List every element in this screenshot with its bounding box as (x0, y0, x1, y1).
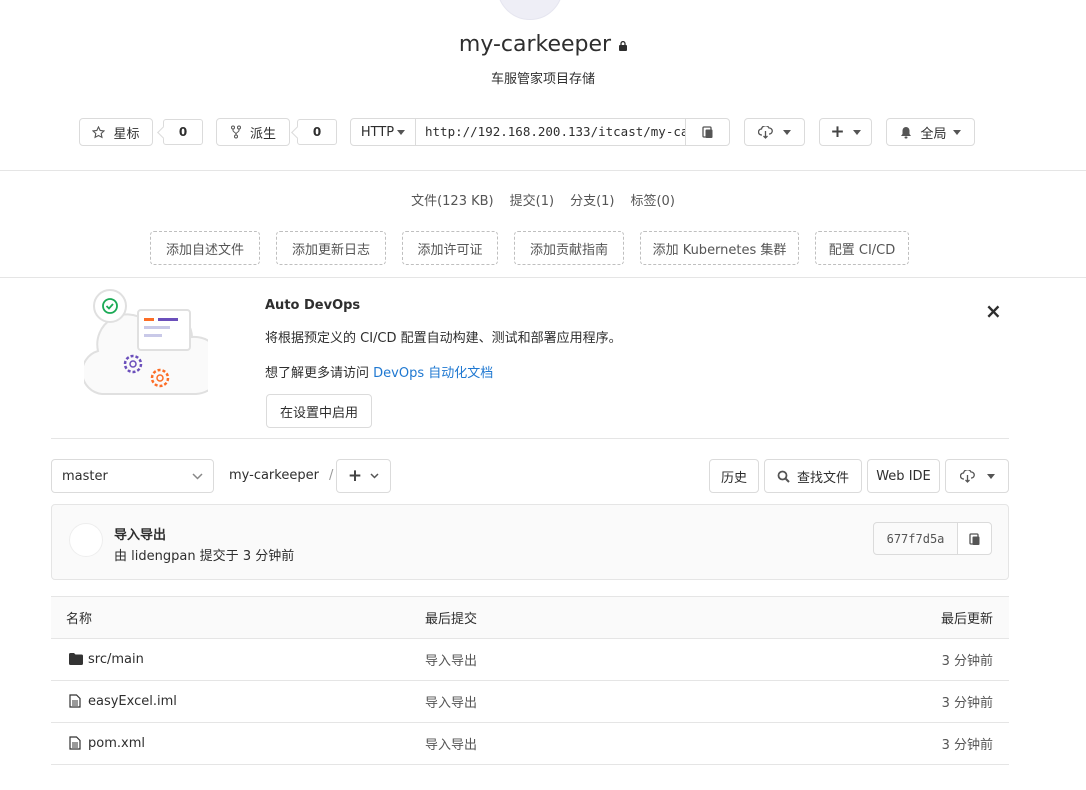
chevron-down-icon (852, 129, 861, 135)
star-button[interactable]: 星标 (79, 118, 153, 146)
table-row[interactable]: pom.xml 导入导出 3 分钟前 (51, 723, 1009, 765)
add-kubernetes-button[interactable]: 添加 Kubernetes 集群 (640, 231, 799, 265)
divider (51, 438, 1009, 439)
chevron-down-icon (192, 472, 203, 480)
repo-download-dropdown[interactable] (945, 459, 1009, 493)
project-avatar (497, 0, 563, 20)
divider (0, 170, 1086, 171)
project-title-row: my-carkeeper (0, 32, 1086, 57)
web-ide-button[interactable]: Web IDE (867, 459, 940, 493)
clone-url-text: http://192.168.200.133/itcast/my-carkeep… (425, 124, 685, 139)
download-icon (959, 469, 975, 483)
star-count[interactable]: 0 (163, 119, 203, 145)
devops-description: 将根据预定义的 CI/CD 配置自动构建、测试和部署应用程序。 (265, 331, 622, 346)
commit-avatar[interactable] (69, 523, 103, 557)
file-icon (69, 694, 81, 708)
devops-title: Auto DevOps (265, 298, 361, 313)
plus-icon: + (830, 121, 845, 142)
chevron-down-icon (986, 473, 995, 479)
stat-branches[interactable]: 分支(1) (570, 190, 614, 209)
chevron-down-icon (783, 129, 791, 135)
bell-icon (900, 126, 912, 139)
add-contributing-button[interactable]: 添加贡献指南 (514, 231, 624, 265)
protocol-dropdown[interactable]: HTTP (350, 118, 416, 146)
file-updated: 3 分钟前 (941, 696, 993, 711)
devops-docs-link[interactable]: DevOps 自动化文档 (373, 366, 493, 381)
commit-meta: 由 lidengpan 提交于 3 分钟前 (114, 549, 295, 564)
breadcrumb-root[interactable]: my-carkeeper (229, 468, 319, 483)
branch-name: master (62, 468, 108, 484)
fork-label: 派生 (249, 126, 276, 142)
find-file-label: 查找文件 (796, 470, 849, 486)
project-stats: 文件(123 KB) 提交(1) 分支(1) 标签(0) (0, 190, 1086, 209)
file-table-header: 名称 最后提交 最后更新 (51, 596, 1009, 639)
add-changelog-button[interactable]: 添加更新日志 (276, 231, 386, 265)
add-readme-button[interactable]: 添加自述文件 (150, 231, 260, 265)
clipboard-icon (701, 125, 714, 139)
notification-label: 全局 (920, 126, 947, 142)
fork-icon (230, 125, 242, 139)
add-to-tree-dropdown[interactable]: + (336, 459, 391, 493)
copy-sha-button[interactable] (957, 522, 992, 555)
branch-selector[interactable]: master (51, 459, 214, 493)
devops-illustration (81, 286, 224, 402)
header-name: 名称 (66, 612, 93, 627)
download-icon (758, 125, 773, 139)
plus-icon: + (347, 465, 363, 486)
star-icon (92, 125, 106, 139)
stat-files[interactable]: 文件(123 KB) (411, 190, 494, 209)
table-row[interactable]: easyExcel.iml 导入导出 3 分钟前 (51, 681, 1009, 723)
project-description: 车服管家项目存储 (490, 72, 595, 87)
find-file-button[interactable]: 查找文件 (764, 459, 862, 493)
commit-title[interactable]: 导入导出 (114, 524, 166, 543)
notification-dropdown[interactable]: 全局 (886, 118, 975, 146)
file-name[interactable]: pom.xml (88, 736, 145, 751)
project-title: my-carkeeper (458, 32, 612, 57)
devops-more-prefix: 想了解更多请访问 (265, 366, 374, 381)
file-icon (69, 736, 81, 750)
download-dropdown[interactable] (744, 118, 805, 146)
copy-url-button[interactable] (685, 118, 730, 146)
file-name[interactable]: src/main (88, 652, 144, 667)
fork-button[interactable]: 派生 (216, 118, 290, 146)
file-commit[interactable]: 导入导出 (425, 692, 477, 711)
fork-count[interactable]: 0 (297, 119, 337, 145)
close-icon[interactable]: × (985, 300, 1002, 322)
commit-sha[interactable]: 677f7d5a (873, 522, 958, 555)
chevron-down-icon (952, 129, 961, 135)
new-dropdown[interactable]: + (819, 118, 872, 146)
header-last-update: 最后更新 (940, 612, 993, 627)
devops-more: 想了解更多请访问 DevOps 自动化文档 (265, 362, 493, 381)
header-last-commit: 最后提交 (425, 612, 478, 627)
protocol-label: HTTP (360, 124, 395, 140)
chevron-down-icon (370, 473, 379, 479)
table-row[interactable]: src/main 导入导出 3 分钟前 (51, 639, 1009, 681)
file-updated: 3 分钟前 (941, 738, 993, 753)
file-commit[interactable]: 导入导出 (425, 734, 477, 753)
file-updated: 3 分钟前 (941, 654, 993, 669)
lock-icon (619, 40, 628, 51)
clipboard-icon (968, 532, 981, 546)
history-button[interactable]: 历史 (709, 459, 759, 493)
star-label: 星标 (113, 126, 140, 142)
file-commit[interactable]: 导入导出 (425, 650, 477, 669)
enable-in-settings-button[interactable]: 在设置中启用 (266, 394, 372, 428)
stat-commits[interactable]: 提交(1) (510, 190, 554, 209)
add-license-button[interactable]: 添加许可证 (402, 231, 498, 265)
last-commit-panel: 导入导出 由 lidengpan 提交于 3 分钟前 677f7d5a (51, 504, 1009, 580)
divider (0, 277, 1086, 278)
clone-url-input[interactable]: http://192.168.200.133/itcast/my-carkeep… (415, 118, 686, 146)
folder-icon (69, 653, 83, 665)
stat-tags[interactable]: 标签(0) (630, 190, 674, 209)
breadcrumb-separator: / (328, 468, 334, 483)
configure-cicd-button[interactable]: 配置 CI/CD (815, 231, 909, 265)
breadcrumb: my-carkeeper / (229, 468, 333, 483)
chevron-down-icon (397, 129, 406, 135)
file-name[interactable]: easyExcel.iml (88, 694, 177, 709)
search-icon (777, 470, 790, 483)
